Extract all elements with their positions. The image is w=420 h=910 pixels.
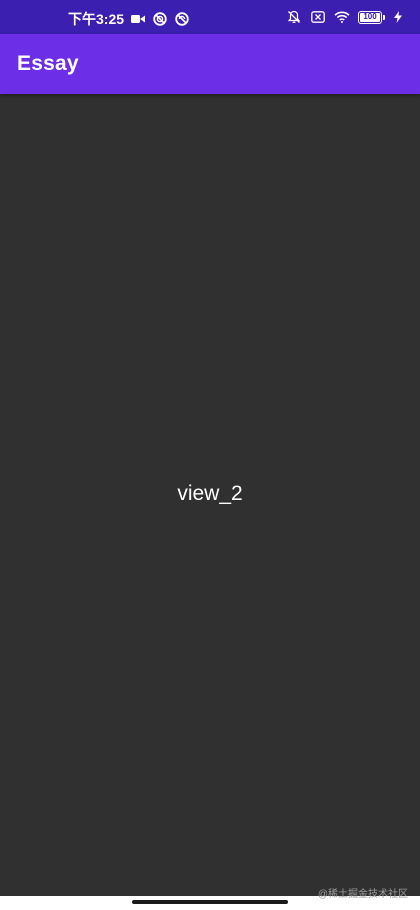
mute-bell-icon [286, 9, 302, 25]
status-bar-right: 100 [286, 9, 406, 25]
home-indicator[interactable] [132, 900, 288, 904]
app-title: Essay [17, 52, 79, 75]
status-bar-left: 下午3:25 [68, 9, 190, 29]
phone-screen: 下午3:25 100 Essay view_2 @稀土掘金技术社区 [0, 0, 420, 910]
watermark-text: @稀土掘金技术社区 [317, 889, 408, 900]
view-label: view_2 [177, 482, 243, 505]
wifi-icon [334, 9, 350, 25]
no-sim-icon [310, 9, 326, 25]
app-bar: Essay [0, 34, 420, 94]
sync-blocked-icon [152, 11, 168, 27]
video-camera-icon [130, 11, 146, 27]
status-time: 下午3:25 [68, 11, 125, 27]
content-area: view_2 [0, 94, 420, 894]
status-bar: 下午3:25 100 [0, 0, 420, 34]
vpn-blocked-icon [174, 11, 190, 27]
charging-bolt-icon [390, 9, 406, 25]
battery-icon: 100 [358, 10, 385, 24]
battery-percentage: 100 [363, 12, 377, 21]
